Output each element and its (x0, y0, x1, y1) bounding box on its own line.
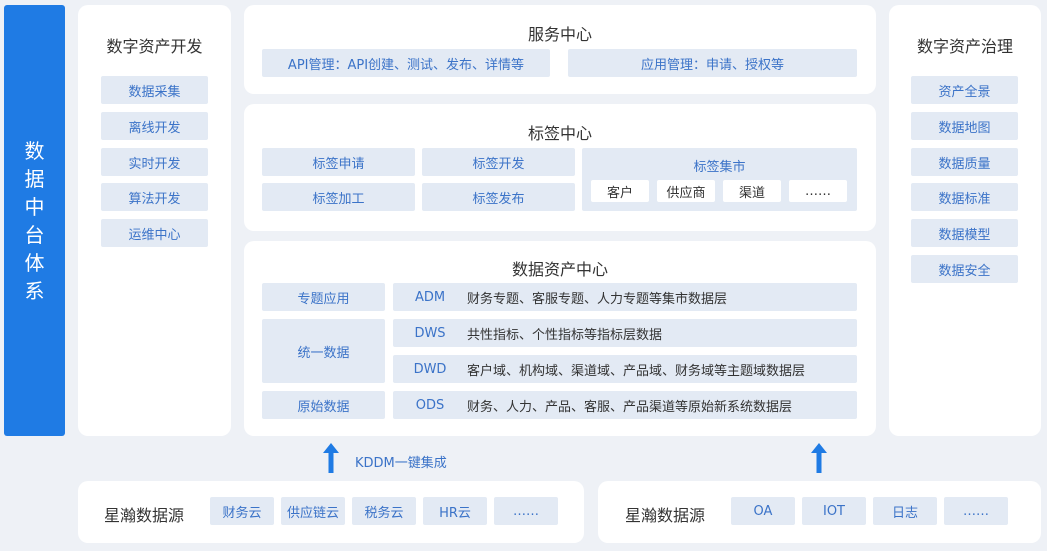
tag-center-title: 标签中心 (527, 124, 592, 143)
dev-item-data-collection[interactable]: 数据采集 (101, 76, 208, 104)
layer-desc: 财务、人力、产品、客服、产品渠道等原始新系统数据层 (467, 399, 793, 415)
layer-code: ODS (415, 397, 445, 413)
source-right-oa[interactable]: OA (731, 497, 795, 525)
tag-market-customer[interactable]: 客户 (591, 180, 649, 202)
gov-item-security[interactable]: 数据安全 (911, 255, 1018, 283)
gov-item-overview[interactable]: 资产全景 (911, 76, 1018, 104)
asset-group-raw[interactable]: 原始数据 (262, 391, 385, 419)
arrow-up-icon (323, 443, 339, 473)
source-left-tax-cloud[interactable]: 税务云 (352, 497, 416, 525)
asset-governance-panel: 数字资产治理 资产全景 数据地图 数据质量 数据标准 数据模型 数据安全 (889, 5, 1041, 436)
asset-governance-title: 数字资产治理 (916, 37, 1013, 56)
source-left-hr-cloud[interactable]: HR云 (423, 497, 487, 525)
system-title-char: 系 (24, 278, 45, 303)
system-title-char: 中 (24, 194, 45, 219)
source-panel-left: 星瀚数据源 财务云 供应链云 税务云 HR云 …… (78, 481, 584, 543)
layer-desc: 客户域、机构域、渠道域、产品域、财务域等主题域数据层 (467, 363, 806, 379)
gov-item-model[interactable]: 数据模型 (911, 219, 1018, 247)
asset-group-unified[interactable]: 统一数据 (262, 319, 385, 383)
source-left-more[interactable]: …… (494, 497, 558, 525)
source-right-log[interactable]: 日志 (873, 497, 937, 525)
dev-item-realtime[interactable]: 实时开发 (101, 148, 208, 176)
arrow-up-icon (811, 443, 827, 473)
gov-item-data-map[interactable]: 数据地图 (911, 112, 1018, 140)
tag-item-process[interactable]: 标签加工 (262, 183, 415, 211)
gov-item-quality[interactable]: 数据质量 (911, 148, 1018, 176)
source-left-finance-cloud[interactable]: 财务云 (210, 497, 274, 525)
tag-item-publish[interactable]: 标签发布 (422, 183, 575, 211)
source-right-more[interactable]: …… (944, 497, 1008, 525)
layer-row-dws[interactable]: DWS 共性指标、个性指标等指标层数据 (393, 319, 857, 347)
source-right-iot[interactable]: IOT (802, 497, 866, 525)
tag-market-supplier[interactable]: 供应商 (657, 180, 715, 202)
asset-group-thematic[interactable]: 专题应用 (262, 283, 385, 311)
tag-item-apply[interactable]: 标签申请 (262, 148, 415, 176)
tag-market: 标签集市 客户 供应商 渠道 …… (582, 148, 857, 211)
source-panel-right: 星瀚数据源 OA IOT 日志 …… (598, 481, 1041, 543)
tag-item-develop[interactable]: 标签开发 (422, 148, 575, 176)
service-center-panel: 服务中心 API管理：API创建、测试、发布、详情等 应用管理：申请、授权等 (244, 5, 876, 94)
dev-item-algorithm[interactable]: 算法开发 (101, 183, 208, 211)
layer-desc: 共性指标、个性指标等指标层数据 (467, 327, 663, 343)
source-left-title: 星瀚数据源 (104, 506, 185, 525)
layer-code: ADM (414, 289, 446, 305)
tag-market-more[interactable]: …… (789, 180, 847, 202)
source-right-title: 星瀚数据源 (625, 506, 706, 525)
layer-code: DWS (414, 325, 446, 341)
layer-code: DWD (413, 361, 447, 377)
system-title-char: 体 (24, 250, 45, 275)
dev-item-ops[interactable]: 运维中心 (101, 219, 208, 247)
layer-row-ods[interactable]: ODS 财务、人力、产品、客服、产品渠道等原始新系统数据层 (393, 391, 857, 419)
asset-center-title: 数据资产中心 (511, 260, 608, 279)
source-left-supply-chain-cloud[interactable]: 供应链云 (281, 497, 345, 525)
tag-market-channel[interactable]: 渠道 (723, 180, 781, 202)
system-title-char: 据 (24, 166, 45, 191)
service-center-title: 服务中心 (527, 25, 592, 44)
dev-item-offline[interactable]: 离线开发 (101, 112, 208, 140)
layer-row-dwd[interactable]: DWD 客户域、机构域、渠道域、产品域、财务域等主题域数据层 (393, 355, 857, 383)
system-title-char: 数 (24, 138, 45, 163)
system-title-bar: 数 据 中 台 体 系 (4, 5, 65, 436)
kddm-label: KDDM一键集成 (355, 456, 447, 471)
system-title-char: 台 (24, 222, 45, 247)
asset-development-title: 数字资产开发 (106, 37, 203, 56)
layer-desc: 财务专题、客服专题、人力专题等集市数据层 (467, 291, 728, 307)
layer-row-adm[interactable]: ADM 财务专题、客服专题、人力专题等集市数据层 (393, 283, 857, 311)
tag-center-panel: 标签中心 标签申请 标签开发 标签加工 标签发布 标签集市 客户 供应商 渠道 … (244, 104, 876, 231)
service-item-app[interactable]: 应用管理：申请、授权等 (568, 49, 857, 77)
service-item-api[interactable]: API管理：API创建、测试、发布、详情等 (262, 49, 550, 77)
asset-development-panel: 数字资产开发 数据采集 离线开发 实时开发 算法开发 运维中心 (78, 5, 231, 436)
asset-center-panel: 数据资产中心 专题应用 统一数据 原始数据 ADM 财务专题、客服专题、人力专题… (244, 241, 876, 436)
tag-market-title: 标签集市 (693, 160, 746, 175)
gov-item-standard[interactable]: 数据标准 (911, 183, 1018, 211)
